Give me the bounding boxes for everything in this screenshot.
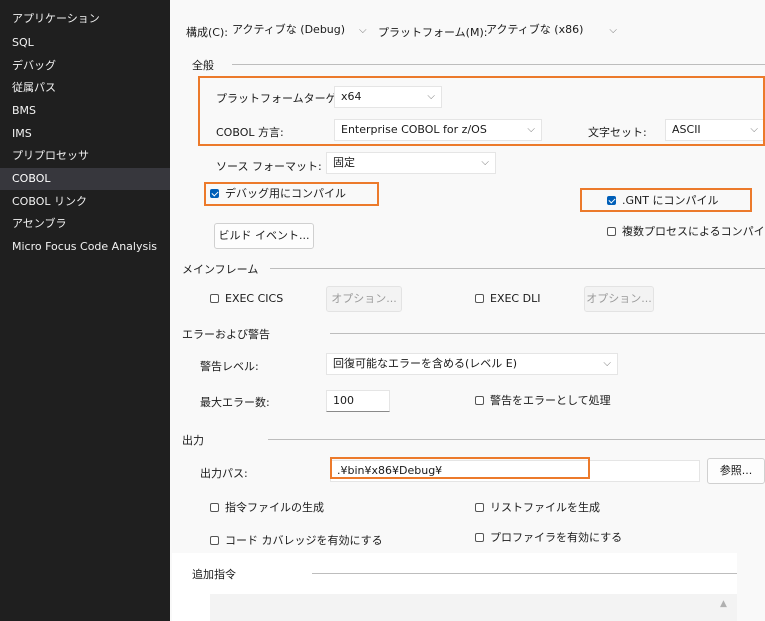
coverage-checkbox[interactable]: コード カバレッジを有効にする <box>210 533 383 549</box>
checkbox-icon <box>475 294 484 303</box>
coverage-label: コード カバレッジを有効にする <box>225 534 383 547</box>
checkbox-icon <box>607 227 616 236</box>
build-events-button[interactable]: ビルド イベント... <box>214 223 314 249</box>
multi-process-label: 複数プロセスによるコンパイル <box>622 225 765 238</box>
exec-cics-options-button[interactable]: オプション... <box>326 286 402 312</box>
profiler-checkbox[interactable]: プロファイラを有効にする <box>475 530 622 546</box>
highlight-platform-dialect <box>198 76 765 146</box>
max-errors-label: 最大エラー数: <box>200 396 270 409</box>
exec-cics-checkbox[interactable]: EXEC CICS <box>210 291 283 307</box>
sidebar-item-ims[interactable]: IMS <box>0 123 170 145</box>
checkbox-icon <box>475 503 484 512</box>
warnings-as-errors-label: 警告をエラーとして処理 <box>490 394 611 407</box>
highlight-gnt-compile <box>580 188 752 212</box>
source-format-label: ソース フォーマット: <box>216 160 322 173</box>
warning-level-label: 警告レベル: <box>200 360 259 373</box>
config-label: 構成(C): <box>186 26 228 39</box>
exec-dli-label: EXEC DLI <box>490 292 541 305</box>
directive-file-checkbox[interactable]: 指令ファイルの生成 <box>210 500 324 516</box>
output-path-label: 出力パス: <box>200 467 248 480</box>
warning-level-value: 回復可能なエラーを含める(レベル E) <box>333 357 518 370</box>
section-output: 出力 <box>182 434 204 447</box>
sidebar-item-cobol[interactable]: COBOL <box>0 168 170 190</box>
section-mainframe: メインフレーム <box>182 263 259 276</box>
max-errors-input[interactable]: 100 <box>326 390 390 412</box>
platform-value: アクティブな (x86) <box>486 23 584 36</box>
chevron-down-icon: ⌵ <box>603 358 611 369</box>
source-format-select[interactable]: 固定 ⌵ <box>326 152 496 174</box>
divider <box>312 573 737 574</box>
platform-select[interactable]: アクティブな (x86) ⌵ <box>486 19 617 41</box>
browse-button[interactable]: 参照... <box>707 458 765 484</box>
sidebar-item-sql[interactable]: SQL <box>0 32 170 54</box>
chevron-down-icon: ⌵ <box>481 157 489 168</box>
profiler-label: プロファイラを有効にする <box>490 531 623 544</box>
list-file-label: リストファイルを生成 <box>490 501 600 514</box>
sidebar-item-cobol-link[interactable]: COBOL リンク <box>0 191 170 213</box>
exec-dli-options-button[interactable]: オプション... <box>584 286 654 312</box>
chevron-down-icon: ⌵ <box>609 25 617 36</box>
additional-directives-input[interactable] <box>210 594 737 621</box>
warning-level-select[interactable]: 回復可能なエラーを含める(レベル E) ⌵ <box>326 353 618 375</box>
checkbox-icon <box>475 396 484 405</box>
exec-dli-checkbox[interactable]: EXEC DLI <box>475 291 540 307</box>
sidebar-item-application[interactable]: アプリケーション <box>0 8 170 30</box>
directive-file-label: 指令ファイルの生成 <box>225 501 324 514</box>
sidebar-item-assembler[interactable]: アセンブラ <box>0 213 170 235</box>
sidebar: アプリケーション SQL デバッグ 従属パス BMS IMS プリプロセッサ C… <box>0 0 170 621</box>
sidebar-item-bms[interactable]: BMS <box>0 100 170 122</box>
sidebar-item-preprocessor[interactable]: プリプロセッサ <box>0 145 170 167</box>
platform-label: プラットフォーム(M): <box>378 26 488 39</box>
checkbox-icon <box>210 536 219 545</box>
warnings-as-errors-checkbox[interactable]: 警告をエラーとして処理 <box>475 393 611 409</box>
divider <box>232 64 765 65</box>
divider <box>268 439 765 440</box>
highlight-output-path <box>330 457 590 479</box>
highlight-debug-compile <box>204 182 379 206</box>
exec-cics-label: EXEC CICS <box>225 292 284 305</box>
divider <box>270 268 765 269</box>
sidebar-item-code-analysis[interactable]: Micro Focus Code Analysis <box>0 236 170 258</box>
source-format-value: 固定 <box>333 156 355 169</box>
checkbox-icon <box>475 533 484 542</box>
list-file-checkbox[interactable]: リストファイルを生成 <box>475 500 600 516</box>
multi-process-checkbox[interactable]: 複数プロセスによるコンパイル <box>607 224 765 240</box>
sidebar-item-dependent-paths[interactable]: 従属パス <box>0 77 170 99</box>
sidebar-item-debug[interactable]: デバッグ <box>0 55 170 77</box>
section-additional: 追加指令 <box>192 568 236 581</box>
chevron-down-icon: ⌵ <box>359 25 367 36</box>
scroll-up-icon[interactable]: ▲ <box>720 599 727 609</box>
config-value: アクティブな (Debug) <box>232 23 346 36</box>
divider <box>330 333 765 334</box>
main-panel: 構成(C): アクティブな (Debug) ⌵ プラットフォーム(M): アクティ… <box>170 0 765 621</box>
config-select[interactable]: アクティブな (Debug) ⌵ <box>232 19 367 41</box>
section-general: 全般 <box>192 59 214 72</box>
section-errors: エラーおよび警告 <box>182 328 270 341</box>
checkbox-icon <box>210 294 219 303</box>
checkbox-icon <box>210 503 219 512</box>
